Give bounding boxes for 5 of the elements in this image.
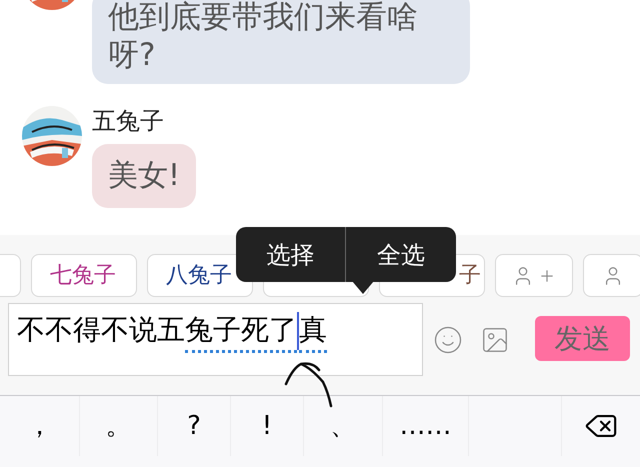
input-text: 不不得不说五 xyxy=(17,312,185,348)
message-bubble: 美女! xyxy=(92,144,196,208)
sender-name: 五兔子 xyxy=(92,106,165,136)
marked-text: 真 xyxy=(299,310,327,353)
message-bubble: 他到底要带我们来看啥呀? xyxy=(92,0,470,84)
